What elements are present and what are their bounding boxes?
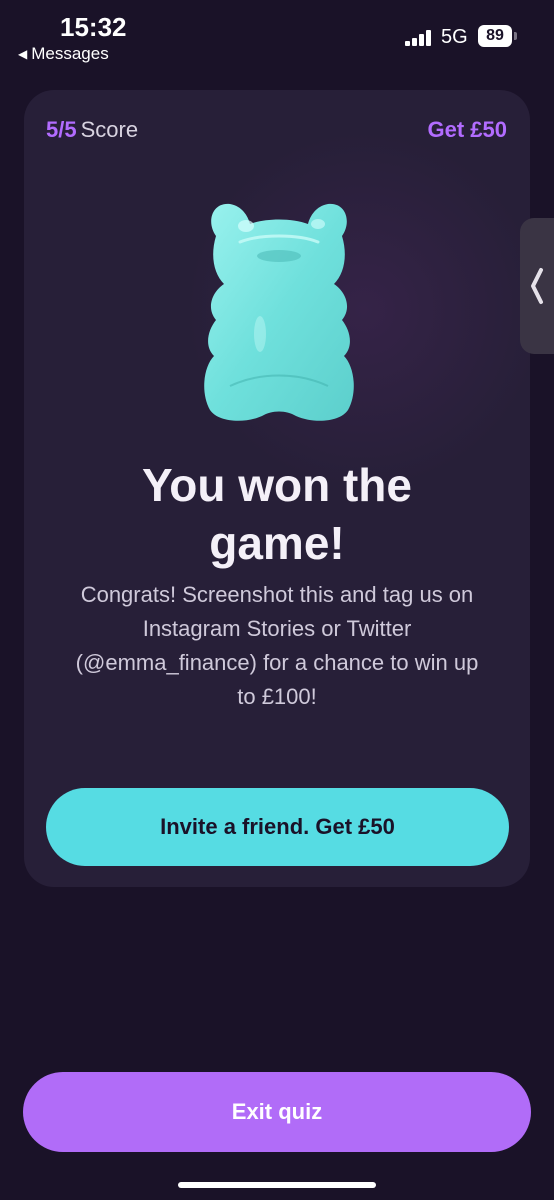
result-card: 5/5 Score Get £50 You won the game! Congr… bbox=[24, 90, 530, 887]
network-type: 5G bbox=[441, 26, 468, 48]
get-reward-link[interactable]: Get £50 bbox=[428, 117, 508, 143]
back-app-label: Messages bbox=[31, 44, 109, 63]
status-time: 15:32 bbox=[60, 12, 127, 42]
headline: You won the game! bbox=[141, 459, 412, 569]
back-to-messages-link[interactable]: ◀ Messages bbox=[18, 44, 109, 64]
invite-friend-button[interactable]: Invite a friend. Get £50 bbox=[46, 788, 509, 866]
status-bar: 15:32 ◀ Messages 5G 89 bbox=[0, 0, 554, 70]
battery-icon: 89 bbox=[478, 25, 518, 47]
quiz-result-screen: 15:32 ◀ Messages 5G 89 5/5Score Get £50 bbox=[0, 0, 554, 1200]
back-arrow-icon: ◀ bbox=[18, 47, 28, 61]
chevron-left-icon bbox=[531, 268, 543, 304]
home-indicator[interactable] bbox=[178, 1182, 376, 1188]
score-value: 5/5 bbox=[46, 117, 77, 142]
score: 5/5 Score bbox=[46, 117, 138, 143]
exit-quiz-button[interactable]: Exit quiz bbox=[23, 1072, 531, 1152]
score-label: Score bbox=[80, 117, 139, 142]
cellular-signal-icon bbox=[405, 30, 431, 46]
battery-level: 89 bbox=[478, 25, 512, 47]
body-copy: Congrats! Screenshot this and tag us on … bbox=[75, 582, 479, 709]
gummy-bear-icon bbox=[204, 203, 354, 421]
side-panel-handle[interactable] bbox=[520, 218, 554, 354]
battery-cap bbox=[514, 32, 517, 40]
